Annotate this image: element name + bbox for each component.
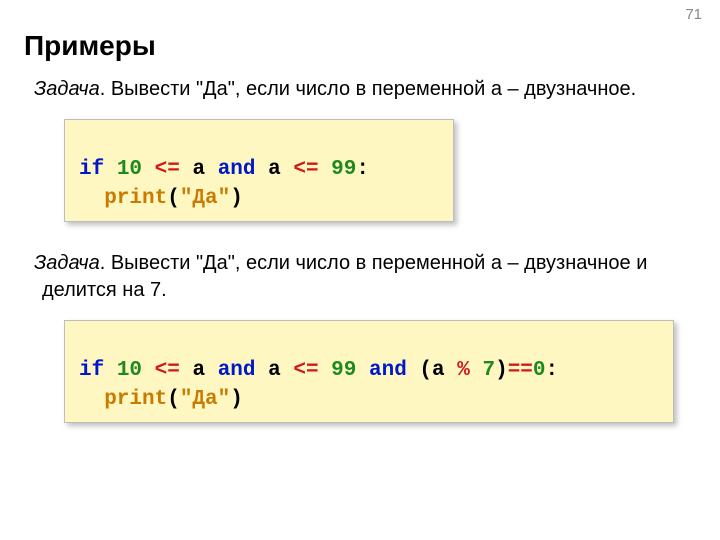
task-2-text: Задача. Вывести "Да", если число в перем… (42, 250, 688, 304)
code2-0: 0 (533, 359, 546, 382)
code2-a1: a (192, 359, 205, 382)
code2-eq: == (508, 359, 533, 382)
code1-le1: <= (155, 158, 180, 181)
code1-and: and (218, 158, 256, 181)
code2-rpar1: ) (495, 359, 508, 382)
code2-10: 10 (117, 359, 142, 382)
task-1-label: Задача (34, 78, 100, 100)
code2-a2: a (268, 359, 281, 382)
code1-10: 10 (117, 158, 142, 181)
code1-rpar: ) (230, 187, 243, 210)
code2-lpar2: ( (167, 388, 180, 411)
code-block-2: if 10 <= a and a <= 99 and (a % 7)==0: p… (64, 320, 674, 423)
task-1-text: Задача. Вывести "Да", если число в перем… (42, 76, 688, 103)
code2-mod: % (457, 359, 470, 382)
code2-and2: and (369, 359, 407, 382)
code-block-1: if 10 <= a and a <= 99: print("Да") (64, 119, 454, 222)
code2-lpar1: ( (419, 359, 432, 382)
code1-colon: : (356, 158, 369, 181)
code1-99: 99 (331, 158, 356, 181)
code2-str: "Да" (180, 388, 230, 411)
code1-a1: a (192, 158, 205, 181)
code2-if: if (79, 359, 104, 382)
code2-colon: : (546, 359, 559, 382)
code2-7: 7 (482, 359, 495, 382)
code2-le2: <= (293, 359, 318, 382)
slide-content: Примеры Задача. Вывести "Да", если число… (0, 0, 720, 451)
code1-str: "Да" (180, 187, 230, 210)
code1-if: if (79, 158, 104, 181)
code1-lpar: ( (167, 187, 180, 210)
code1-print: print (104, 187, 167, 210)
page-number: 71 (685, 6, 702, 23)
code1-a2: a (268, 158, 281, 181)
code2-a3: a (432, 359, 445, 382)
code2-print: print (104, 388, 167, 411)
code1-le2: <= (293, 158, 318, 181)
task-2-label: Задача (34, 252, 100, 274)
code2-and1: and (218, 359, 256, 382)
task-2-body: . Вывести "Да", если число в переменной … (42, 252, 647, 301)
page-title: Примеры (24, 30, 688, 62)
code2-99: 99 (331, 359, 356, 382)
code2-le1: <= (155, 359, 180, 382)
task-1-body: . Вывести "Да", если число в переменной … (100, 78, 636, 100)
code2-rpar2: ) (230, 388, 243, 411)
